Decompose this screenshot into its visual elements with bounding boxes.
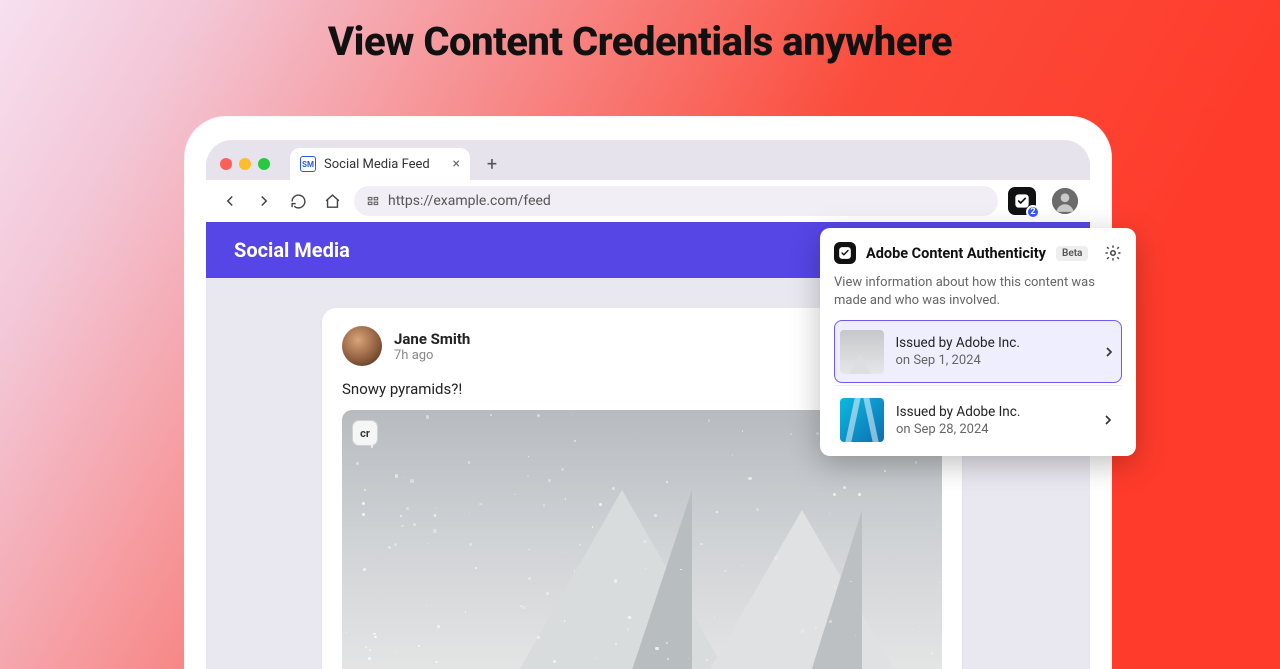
url-text: https://example.com/feed [388,193,551,209]
divider [834,385,1122,386]
decorative-pyramid [622,490,692,669]
post-timestamp: 7h ago [394,348,470,363]
window-close-button[interactable] [220,158,232,170]
credential-date: on Sep 28, 2024 [896,422,1020,437]
back-button[interactable] [218,189,242,213]
beta-badge: Beta [1056,246,1088,261]
window-controls [220,158,270,170]
tab-close-icon[interactable]: × [453,157,460,171]
credential-date: on Sep 1, 2024 [896,353,1020,368]
site-name: Social Media [234,238,350,262]
window-maximize-button[interactable] [258,158,270,170]
chevron-right-icon [1100,412,1116,428]
tab-favicon: SM [300,156,316,172]
extension-badge-count: 2 [1026,205,1040,219]
site-settings-icon[interactable] [366,194,380,208]
reload-button[interactable] [286,189,310,213]
credential-item-1[interactable]: Issued by Adobe Inc. on Sep 28, 2024 [834,388,1122,452]
window-minimize-button[interactable] [239,158,251,170]
chevron-right-icon [1101,344,1117,360]
content-authenticity-extension-button[interactable]: 2 [1008,187,1036,215]
popover-logo-icon [834,242,856,264]
hero-title: View Content Credentials anywhere [0,18,1280,65]
settings-button[interactable] [1104,244,1122,262]
popover-description: View information about how this content … [834,274,1122,310]
browser-toolbar: https://example.com/feed 2 [206,180,1090,222]
popover-header: Adobe Content Authenticity Beta [834,242,1122,264]
home-button[interactable] [320,189,344,213]
tab-strip: SM Social Media Feed × + [206,140,1090,180]
forward-button[interactable] [252,189,276,213]
credential-issuer: Issued by Adobe Inc. [896,404,1020,420]
content-credentials-badge-icon[interactable]: cr [352,420,378,446]
credential-item-0[interactable]: Issued by Adobe Inc. on Sep 1, 2024 [834,320,1122,383]
profile-button[interactable] [1052,188,1078,214]
decorative-pyramid [802,510,862,669]
browser-tab[interactable]: SM Social Media Feed × [290,148,470,180]
author-avatar[interactable] [342,326,382,366]
credential-thumbnail [840,398,884,442]
author-name[interactable]: Jane Smith [394,330,470,348]
credential-thumbnail [840,330,884,374]
popover-title: Adobe Content Authenticity [866,245,1046,262]
content-authenticity-popover: Adobe Content Authenticity Beta View inf… [820,228,1136,456]
new-tab-button[interactable]: + [478,150,506,178]
credential-issuer: Issued by Adobe Inc. [896,335,1020,351]
tab-title: Social Media Feed [324,157,430,172]
url-bar[interactable]: https://example.com/feed [354,186,998,216]
